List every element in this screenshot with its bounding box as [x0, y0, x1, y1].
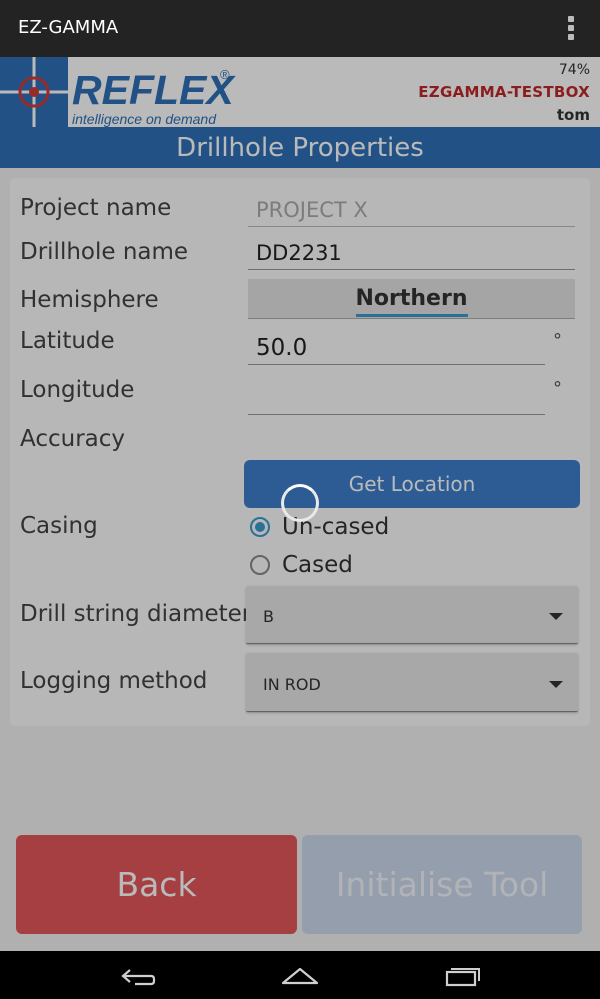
overflow-menu-icon[interactable] — [568, 16, 576, 40]
drill-string-value: B — [263, 607, 274, 626]
header: REFLEX ® intelligence on demand 74% EZGA… — [0, 57, 600, 127]
app-screen: EZ-GAMMA REFLEX ® intelligence on demand… — [0, 0, 600, 999]
drill-string-dropdown[interactable]: B — [246, 586, 578, 644]
reflex-logo: REFLEX ® intelligence on demand — [0, 57, 236, 127]
initialise-tool-button[interactable]: Initialise Tool — [302, 835, 582, 934]
user-name: tom — [556, 106, 590, 124]
action-bar: EZ-GAMMA — [0, 0, 600, 57]
back-nav-icon[interactable] — [119, 965, 157, 987]
latitude-field[interactable]: 50.0 — [248, 331, 545, 365]
recents-nav-icon[interactable] — [444, 965, 482, 987]
drillhole-name-field[interactable]: DD2231 — [248, 236, 575, 270]
hemisphere-label: Hemisphere — [20, 287, 159, 313]
casing-cased-label[interactable]: Cased — [282, 552, 353, 578]
battery-level: 74% — [558, 62, 590, 78]
casing-cased-radio[interactable] — [250, 555, 270, 575]
drill-string-label: Drill string diameter — [20, 601, 252, 627]
home-nav-icon[interactable] — [281, 965, 319, 987]
system-nav-bar — [0, 951, 600, 999]
longitude-label: Longitude — [20, 377, 135, 403]
status-block: 74% EZGAMMA-TESTBOX tom — [418, 60, 590, 126]
longitude-field[interactable] — [248, 381, 545, 415]
hemisphere-toggle[interactable]: Northern — [248, 279, 575, 319]
svg-text:®: ® — [220, 67, 230, 82]
loading-spinner-icon — [281, 484, 319, 522]
accuracy-label: Accuracy — [20, 426, 126, 452]
casing-uncased-radio[interactable] — [250, 517, 270, 537]
longitude-degree-symbol: ° — [553, 378, 562, 399]
drillhole-name-label: Drillhole name — [20, 239, 189, 265]
back-button[interactable]: Back — [16, 835, 297, 934]
hemisphere-value: Northern — [355, 284, 468, 317]
page-title: Drillhole Properties — [0, 127, 600, 168]
project-name-label: Project name — [20, 195, 172, 221]
logging-method-label: Logging method — [20, 668, 208, 694]
logging-method-value: IN ROD — [263, 675, 321, 694]
brand-name: REFLEX — [72, 67, 236, 113]
app-title: EZ-GAMMA — [18, 17, 119, 38]
chevron-down-icon — [549, 613, 563, 620]
project-name-field: PROJECT X — [248, 193, 575, 227]
latitude-label: Latitude — [20, 328, 115, 354]
casing-label: Casing — [20, 513, 98, 539]
brand-tagline: intelligence on demand — [72, 111, 217, 127]
latitude-degree-symbol: ° — [553, 330, 562, 351]
chevron-down-icon — [549, 681, 563, 688]
device-name: EZGAMMA-TESTBOX — [418, 83, 590, 101]
logging-method-dropdown[interactable]: IN ROD — [246, 653, 578, 712]
